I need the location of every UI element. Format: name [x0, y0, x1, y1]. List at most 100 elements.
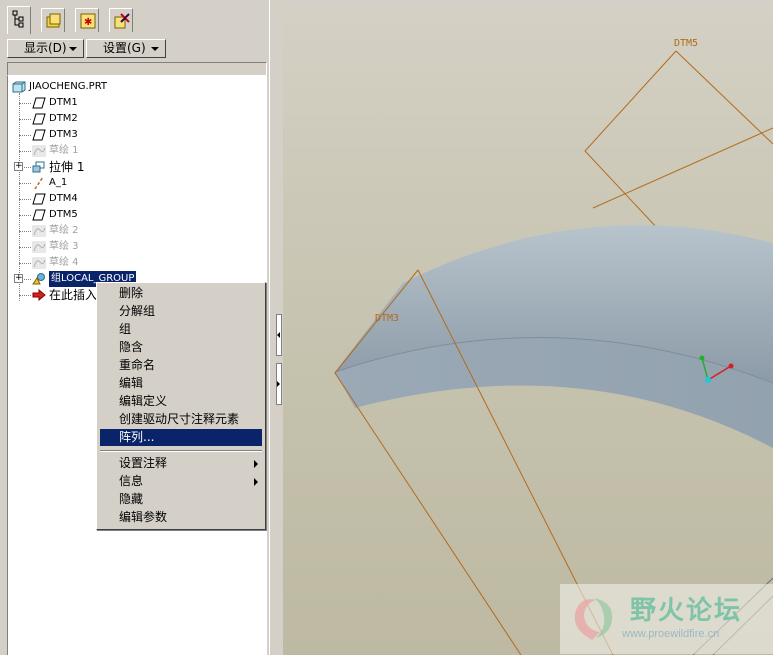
datum-axis-line	[592, 127, 773, 209]
tree-item-label: JIAOCHENG.PRT	[29, 81, 108, 92]
datum-plane-icon	[32, 113, 46, 125]
model-tree-icon	[12, 10, 24, 28]
menu-item-label: 阵列...	[119, 430, 155, 444]
menu-item-label: 隐含	[119, 340, 144, 354]
tree-item-extrude1[interactable]: + 拉伸 1	[8, 159, 266, 175]
sketch-icon	[32, 257, 46, 269]
insert-arrow-icon	[32, 289, 46, 301]
tree-item-axis-a1[interactable]: A_1	[8, 175, 266, 191]
menu-item-label: 隐藏	[119, 492, 144, 506]
datum-label-dtm3[interactable]: DTM3	[375, 313, 399, 324]
tab-favorites[interactable]: ✱	[75, 8, 99, 32]
tree-connector	[19, 151, 31, 152]
panel-splitter[interactable]	[269, 0, 283, 655]
group-icon	[32, 273, 45, 285]
tree-item-dtm2[interactable]: DTM2	[8, 111, 266, 127]
tree-item-dtm3[interactable]: DTM3	[8, 127, 266, 143]
menu-item-edit-parameters[interactable]: 编辑参数	[100, 509, 262, 526]
connections-icon	[114, 13, 130, 29]
menu-item-pattern[interactable]: 阵列...	[100, 429, 262, 446]
datum-plane-icon	[32, 97, 46, 109]
tree-connector	[19, 183, 31, 184]
menu-item-label: 编辑定义	[119, 394, 168, 408]
menu-item-hide[interactable]: 隐藏	[100, 491, 262, 508]
tree-item-label: DTM5	[49, 209, 78, 220]
menu-item-label: 组	[119, 322, 132, 336]
chevron-down-icon	[151, 47, 159, 51]
tree-item-label: 草绘 1	[49, 145, 79, 156]
menu-item-edit-definition[interactable]: 编辑定义	[100, 393, 262, 410]
menu-item-ungroup[interactable]: 分解组	[100, 303, 262, 320]
menu-item-info[interactable]: 信息	[100, 473, 262, 490]
tab-folder-browser[interactable]	[41, 8, 65, 32]
tree-connector	[19, 103, 31, 104]
settings-menu-button[interactable]: 设置(G)	[86, 39, 166, 58]
folder-icon	[46, 13, 61, 28]
submenu-arrow-icon	[254, 460, 258, 468]
tree-filter-bar[interactable]	[7, 62, 267, 76]
tree-item-label: 在此插入	[49, 288, 98, 302]
menu-item-label: 信息	[119, 474, 144, 488]
datum-label-dtm5[interactable]: DTM5	[674, 38, 698, 49]
sketch-icon	[32, 241, 46, 253]
tree-connector	[19, 231, 31, 232]
tab-connections[interactable]	[109, 8, 133, 32]
forum-logo-icon	[574, 598, 613, 640]
extrude-icon	[32, 161, 45, 173]
graphics-viewport[interactable]: DTM5 DTM3	[283, 8, 773, 655]
settings-menu-label: 设置(G)	[103, 41, 146, 55]
part-icon	[12, 81, 26, 93]
svg-text:✱: ✱	[84, 17, 92, 28]
tab-model-tree[interactable]	[7, 6, 31, 34]
tree-item-label: 拉伸 1	[49, 160, 85, 174]
tree-item-sketch4[interactable]: 草绘 4	[8, 255, 266, 271]
menu-item-label: 分解组	[119, 304, 156, 318]
menu-item-rename[interactable]: 重命名	[100, 357, 262, 374]
expand-icon[interactable]: +	[14, 162, 23, 171]
watermark-title: 野火论坛	[630, 596, 743, 626]
model-graphics	[334, 50, 773, 655]
tree-item-root[interactable]: JIAOCHENG.PRT	[8, 79, 266, 95]
sketch-icon	[32, 225, 46, 237]
tree-connector	[19, 199, 31, 200]
splitter-handle[interactable]	[276, 314, 282, 356]
watermark-url: www.proewildfire.cn	[622, 628, 720, 640]
menu-item-create-driving-dimension[interactable]: 创建驱动尺寸注释元素	[100, 411, 262, 428]
tree-item-label: DTM3	[49, 129, 78, 140]
datum-plane-icon	[32, 209, 46, 221]
menu-item-group[interactable]: 组	[100, 321, 262, 338]
menu-item-label: 创建驱动尺寸注释元素	[119, 412, 240, 426]
favorites-icon: ✱	[80, 13, 96, 29]
menu-separator	[100, 450, 262, 452]
tree-item-label: DTM4	[49, 193, 78, 204]
tree-item-label: DTM2	[49, 113, 78, 124]
show-menu-label: 显示(D)	[24, 41, 67, 55]
context-menu[interactable]: 删除 分解组 组 隐含 重命名 编辑 编辑定义 创建驱动尺寸注释元素 阵列...…	[96, 282, 266, 530]
forum-watermark: 野火论坛 www.proewildfire.cn	[560, 584, 773, 654]
tree-item-sketch3[interactable]: 草绘 3	[8, 239, 266, 255]
show-menu-button[interactable]: 显示(D)	[7, 39, 84, 58]
tree-item-sketch1[interactable]: 草绘 1	[8, 143, 266, 159]
sketch-icon	[32, 145, 46, 157]
tree-connector	[19, 119, 31, 120]
tree-connector	[19, 295, 31, 296]
expand-icon[interactable]: +	[14, 274, 23, 283]
menu-item-delete[interactable]: 删除	[100, 285, 262, 302]
datum-plane-icon	[32, 193, 46, 205]
menu-item-label: 删除	[119, 286, 144, 300]
menu-item-suppress[interactable]: 隐含	[100, 339, 262, 356]
chevron-down-icon	[69, 47, 77, 51]
menu-item-edit[interactable]: 编辑	[100, 375, 262, 392]
menu-item-label: 编辑参数	[119, 510, 168, 524]
datum-axis-icon	[34, 177, 44, 189]
tree-item-sketch2[interactable]: 草绘 2	[8, 223, 266, 239]
tree-connector	[19, 135, 31, 136]
menu-item-label: 重命名	[119, 358, 156, 372]
tree-item-dtm4[interactable]: DTM4	[8, 191, 266, 207]
tree-item-dtm1[interactable]: DTM1	[8, 95, 266, 111]
submenu-arrow-icon	[254, 478, 258, 486]
tree-item-dtm5[interactable]: DTM5	[8, 207, 266, 223]
tree-item-label: DTM1	[49, 97, 78, 108]
menu-item-set-annotation[interactable]: 设置注释	[100, 455, 262, 472]
splitter-handle[interactable]	[276, 363, 282, 405]
